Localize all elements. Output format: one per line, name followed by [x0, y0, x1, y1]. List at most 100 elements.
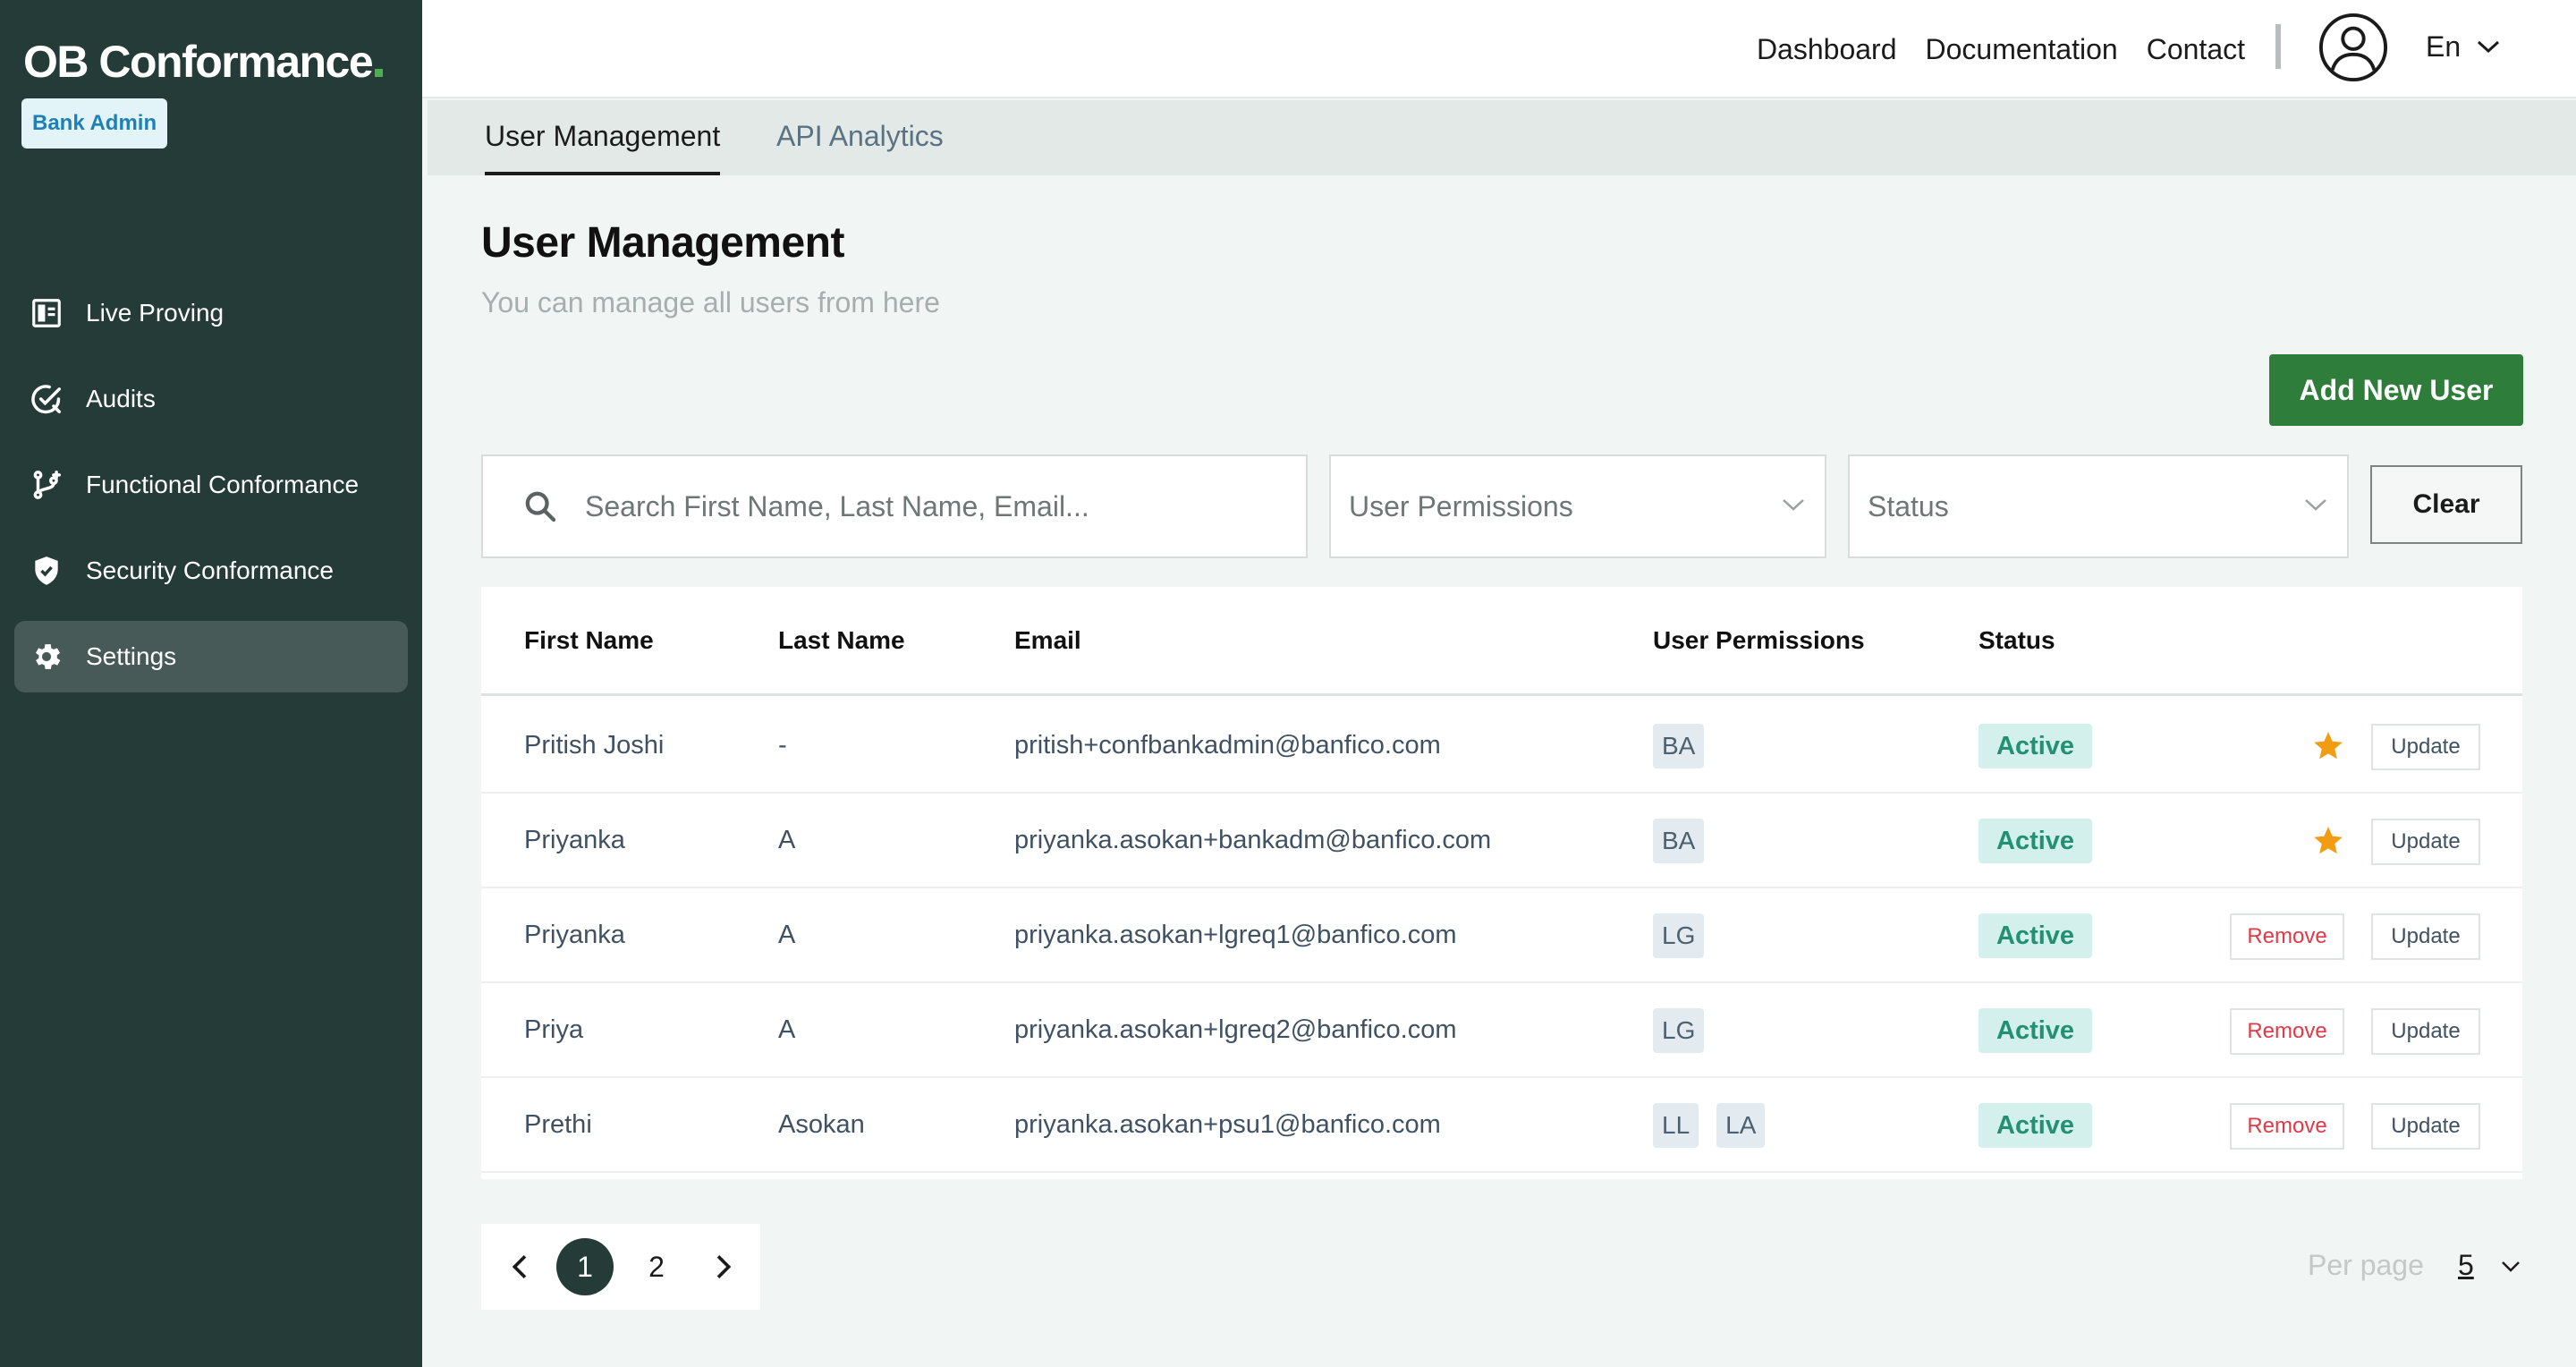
column-header-first-name[interactable]: First Name	[524, 626, 654, 655]
star-icon	[2314, 732, 2343, 760]
chevron-down-icon	[2305, 499, 2326, 511]
sidebar-item-label: Live Proving	[86, 299, 225, 327]
search-box	[481, 454, 1308, 558]
cell-last-name: A	[778, 826, 796, 854]
status-badge: Active	[1979, 1008, 2093, 1053]
table-header: First Name Last Name Email User Permissi…	[481, 587, 2522, 696]
permission-badge: LG	[1653, 913, 1705, 958]
cell-email: priyanka.asokan+bankadm@banfico.com	[1014, 826, 1492, 854]
chevron-down-icon	[1783, 499, 1804, 511]
sidebar-item-label: Audits	[86, 385, 156, 412]
chevron-down-icon[interactable]	[2499, 1258, 2522, 1276]
update-button[interactable]: Update	[2371, 913, 2480, 960]
sidebar-item-functional-conformance[interactable]: Functional Conformance	[14, 449, 408, 521]
remove-button[interactable]: Remove	[2230, 1103, 2344, 1150]
star-icon	[2314, 827, 2343, 854]
user-avatar-icon[interactable]	[2318, 13, 2388, 82]
permission-badge: LL	[1653, 1103, 1699, 1148]
page-title: User Management	[481, 219, 844, 267]
permissions-select-value: User Permissions	[1349, 489, 1573, 522]
remove-button[interactable]: Remove	[2230, 1008, 2344, 1055]
clear-button[interactable]: Clear	[2370, 465, 2522, 544]
cell-permissions: LG	[1653, 1008, 1705, 1053]
permission-badge: LG	[1653, 1008, 1705, 1053]
column-header-email[interactable]: Email	[1014, 626, 1081, 655]
status-badge: Active	[1979, 913, 2093, 958]
page-subtitle: You can manage all users from here	[481, 286, 940, 318]
per-page-label: Per page	[2308, 1249, 2424, 1281]
users-table: First Name Last Name Email User Permissi…	[481, 587, 2522, 1179]
per-page-select[interactable]: 5	[2458, 1249, 2474, 1282]
page-button-1[interactable]: 1	[556, 1238, 614, 1295]
permission-badge: BA	[1653, 724, 1705, 768]
table-row: Priyanka A priyanka.asokan+bankadm@banfi…	[481, 794, 2522, 888]
cell-first-name: Priya	[524, 1015, 584, 1044]
role-badge: Bank Admin	[21, 98, 168, 149]
status-badge: Active	[1979, 1103, 2093, 1148]
cell-email: priyanka.asokan+lgreq2@banfico.com	[1014, 1015, 1457, 1044]
sidebar-item-audits[interactable]: Audits	[14, 363, 408, 435]
top-bar: Dashboard Documentation Contact En	[422, 0, 2576, 98]
sidebar-item-live-proving[interactable]: Live Proving	[14, 277, 408, 349]
table-row: Priya A priyanka.asokan+lgreq2@banfico.c…	[481, 983, 2522, 1078]
status-badge: Active	[1979, 819, 2093, 863]
permission-badge: LA	[1716, 1103, 1766, 1148]
status-select[interactable]: Status	[1848, 454, 2349, 558]
gear-icon	[29, 639, 64, 675]
cell-email: pritish+confbankadmin@banfico.com	[1014, 731, 1441, 760]
column-header-status[interactable]: Status	[1979, 626, 2055, 655]
cell-email: priyanka.asokan+lgreq1@banfico.com	[1014, 921, 1457, 949]
nav-link-documentation[interactable]: Documentation	[1925, 33, 2117, 66]
sidebar-item-label: Settings	[86, 642, 177, 670]
brand-logo[interactable]: OB Conformance	[23, 36, 384, 88]
column-header-user-permissions[interactable]: User Permissions	[1653, 626, 1865, 655]
dashboard-icon	[29, 295, 64, 331]
page-button-2[interactable]: 2	[628, 1238, 685, 1295]
update-button[interactable]: Update	[2371, 1103, 2480, 1150]
cell-last-name: A	[778, 921, 796, 949]
chevron-down-icon	[2478, 40, 2500, 54]
cell-permissions: BA	[1653, 819, 1705, 863]
update-button[interactable]: Update	[2371, 1008, 2480, 1055]
cell-permissions: LL LA	[1653, 1103, 1766, 1148]
tab-user-management[interactable]: User Management	[485, 100, 721, 175]
tab-api-analytics[interactable]: API Analytics	[776, 100, 944, 175]
language-value: En	[2426, 30, 2462, 63]
language-selector[interactable]: En	[2426, 27, 2500, 66]
cell-email: priyanka.asokan+psu1@banfico.com	[1014, 1110, 1441, 1139]
cell-last-name: -	[778, 731, 787, 760]
search-icon	[525, 491, 556, 522]
pagination: 1 2	[481, 1224, 760, 1310]
remove-button[interactable]: Remove	[2230, 913, 2344, 960]
search-input[interactable]	[585, 489, 1306, 523]
cell-last-name: A	[778, 1015, 796, 1044]
permissions-select[interactable]: User Permissions	[1329, 454, 1826, 558]
add-new-user-button[interactable]: Add New User	[2269, 354, 2523, 426]
nav-link-contact[interactable]: Contact	[2147, 33, 2245, 66]
chevron-left-icon[interactable]	[503, 1249, 538, 1285]
sidebar-item-label: Functional Conformance	[86, 471, 360, 498]
cell-last-name: Asokan	[778, 1110, 865, 1139]
shield-check-icon	[29, 553, 64, 589]
chevron-right-icon[interactable]	[705, 1249, 741, 1285]
cell-permissions: LG	[1653, 913, 1705, 958]
cell-first-name: Priyanka	[524, 826, 625, 854]
table-row: Prethi Asokan priyanka.asokan+psu1@banfi…	[481, 1078, 2522, 1173]
column-header-last-name[interactable]: Last Name	[778, 626, 905, 655]
cell-first-name: Priyanka	[524, 921, 625, 949]
tab-bar: User Management API Analytics	[428, 100, 2576, 175]
update-button[interactable]: Update	[2371, 819, 2480, 865]
sidebar-item-security-conformance[interactable]: Security Conformance	[14, 535, 408, 607]
status-badge: Active	[1979, 724, 2093, 768]
table-row: Pritish Joshi - pritish+confbankadmin@ba…	[481, 699, 2522, 794]
logo-dot	[375, 69, 384, 77]
divider	[2275, 24, 2281, 69]
update-button[interactable]: Update	[2371, 724, 2480, 770]
top-nav: Dashboard Documentation Contact	[1757, 0, 2245, 98]
sidebar-item-settings[interactable]: Settings	[14, 621, 408, 692]
nav-link-dashboard[interactable]: Dashboard	[1757, 33, 1897, 66]
table-row: Priyanka A priyanka.asokan+lgreq1@banfic…	[481, 888, 2522, 983]
sidebar-nav: Live Proving Audits Functional Conforman…	[14, 277, 408, 707]
sidebar: OB Conformance Bank Admin Live Proving A…	[0, 0, 422, 1367]
brand-name: OB Conformance	[23, 37, 374, 87]
